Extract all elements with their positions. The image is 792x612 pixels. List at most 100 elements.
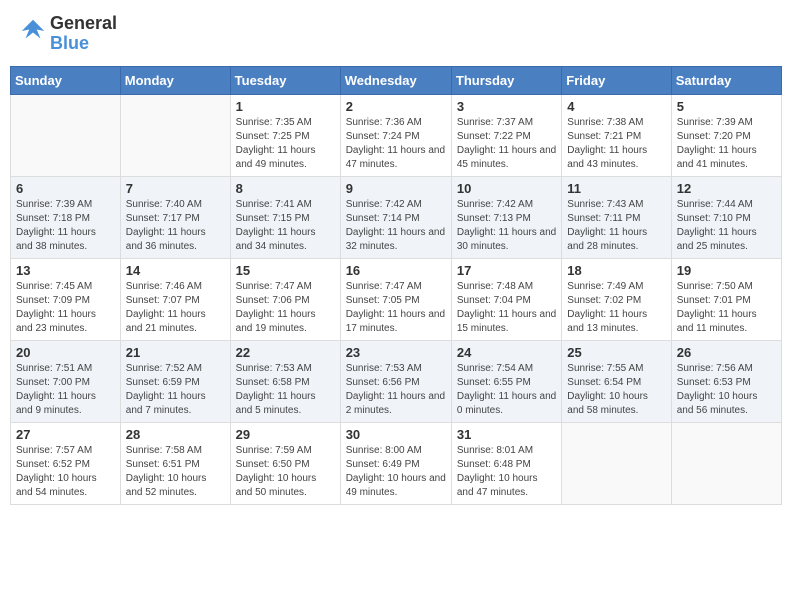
calendar-cell: 6 Sunrise: 7:39 AM Sunset: 7:18 PM Daylig… [11, 176, 121, 258]
calendar-cell: 15 Sunrise: 7:47 AM Sunset: 7:06 PM Dayli… [230, 258, 340, 340]
day-number: 17 [457, 263, 556, 278]
day-info: Sunrise: 7:44 AM Sunset: 7:10 PM Dayligh… [677, 198, 776, 254]
calendar-header-sunday: Sunday [11, 66, 121, 94]
logo: General Blue [18, 14, 117, 54]
day-number: 13 [16, 263, 115, 278]
calendar-cell: 18 Sunrise: 7:49 AM Sunset: 7:02 PM Dayli… [562, 258, 671, 340]
day-info: Sunrise: 7:48 AM Sunset: 7:04 PM Dayligh… [457, 280, 556, 336]
day-number: 19 [677, 263, 776, 278]
calendar-cell: 1 Sunrise: 7:35 AM Sunset: 7:25 PM Daylig… [230, 94, 340, 176]
day-number: 16 [346, 263, 446, 278]
day-info: Sunrise: 7:50 AM Sunset: 7:01 PM Dayligh… [677, 280, 776, 336]
day-info: Sunrise: 7:39 AM Sunset: 7:18 PM Dayligh… [16, 198, 115, 254]
day-number: 3 [457, 99, 556, 114]
day-number: 8 [236, 181, 335, 196]
day-info: Sunrise: 7:51 AM Sunset: 7:00 PM Dayligh… [16, 362, 115, 418]
logo-text: General Blue [50, 14, 117, 54]
day-info: Sunrise: 7:53 AM Sunset: 6:58 PM Dayligh… [236, 362, 335, 418]
calendar-cell: 2Sunrise: 7:36 AM Sunset: 7:24 PM Daylig… [340, 94, 451, 176]
day-number: 10 [457, 181, 556, 196]
calendar-cell: 8 Sunrise: 7:41 AM Sunset: 7:15 PM Daylig… [230, 176, 340, 258]
calendar-cell: 16 Sunrise: 7:47 AM Sunset: 7:05 PM Dayli… [340, 258, 451, 340]
day-info: Sunrise: 7:35 AM Sunset: 7:25 PM Dayligh… [236, 116, 335, 172]
calendar-cell: 9 Sunrise: 7:42 AM Sunset: 7:14 PM Daylig… [340, 176, 451, 258]
calendar-cell: 17 Sunrise: 7:48 AM Sunset: 7:04 PM Dayli… [451, 258, 561, 340]
calendar-header-saturday: Saturday [671, 66, 781, 94]
day-info: Sunrise: 7:53 AM Sunset: 6:56 PM Dayligh… [346, 362, 446, 418]
calendar-header-tuesday: Tuesday [230, 66, 340, 94]
day-number: 28 [126, 427, 225, 442]
calendar-cell: 4 Sunrise: 7:38 AM Sunset: 7:21 PM Daylig… [562, 94, 671, 176]
calendar-header-wednesday: Wednesday [340, 66, 451, 94]
day-number: 31 [457, 427, 556, 442]
calendar-header-monday: Monday [120, 66, 230, 94]
calendar-cell: 30Sunrise: 8:00 AM Sunset: 6:49 PM Dayli… [340, 422, 451, 504]
day-info: Sunrise: 7:47 AM Sunset: 7:05 PM Dayligh… [346, 280, 446, 336]
day-number: 20 [16, 345, 115, 360]
day-number: 29 [236, 427, 335, 442]
day-number: 24 [457, 345, 556, 360]
day-number: 23 [346, 345, 446, 360]
calendar-cell: 20 Sunrise: 7:51 AM Sunset: 7:00 PM Dayli… [11, 340, 121, 422]
calendar-week-row: 6 Sunrise: 7:39 AM Sunset: 7:18 PM Daylig… [11, 176, 782, 258]
calendar-cell: 11Sunrise: 7:43 AM Sunset: 7:11 PM Dayli… [562, 176, 671, 258]
calendar-cell: 14Sunrise: 7:46 AM Sunset: 7:07 PM Dayli… [120, 258, 230, 340]
day-number: 5 [677, 99, 776, 114]
day-number: 4 [567, 99, 665, 114]
calendar-cell: 12 Sunrise: 7:44 AM Sunset: 7:10 PM Dayli… [671, 176, 781, 258]
day-number: 15 [236, 263, 335, 278]
day-info: Sunrise: 7:55 AM Sunset: 6:54 PM Dayligh… [567, 362, 665, 418]
day-number: 18 [567, 263, 665, 278]
calendar-cell [11, 94, 121, 176]
calendar-cell: 10 Sunrise: 7:42 AM Sunset: 7:13 PM Dayli… [451, 176, 561, 258]
day-info: Sunrise: 7:54 AM Sunset: 6:55 PM Dayligh… [457, 362, 556, 418]
day-info: Sunrise: 7:38 AM Sunset: 7:21 PM Dayligh… [567, 116, 665, 172]
day-number: 26 [677, 345, 776, 360]
day-info: Sunrise: 7:49 AM Sunset: 7:02 PM Dayligh… [567, 280, 665, 336]
day-number: 30 [346, 427, 446, 442]
day-info: Sunrise: 7:57 AM Sunset: 6:52 PM Dayligh… [16, 444, 115, 500]
day-number: 12 [677, 181, 776, 196]
day-info: Sunrise: 7:45 AM Sunset: 7:09 PM Dayligh… [16, 280, 115, 336]
day-info: Sunrise: 7:42 AM Sunset: 7:14 PM Dayligh… [346, 198, 446, 254]
day-number: 11 [567, 181, 665, 196]
calendar-cell: 13 Sunrise: 7:45 AM Sunset: 7:09 PM Dayli… [11, 258, 121, 340]
calendar-week-row: 27Sunrise: 7:57 AM Sunset: 6:52 PM Dayli… [11, 422, 782, 504]
calendar-cell: 28Sunrise: 7:58 AM Sunset: 6:51 PM Dayli… [120, 422, 230, 504]
day-number: 25 [567, 345, 665, 360]
day-info: Sunrise: 7:41 AM Sunset: 7:15 PM Dayligh… [236, 198, 335, 254]
calendar-cell [562, 422, 671, 504]
page-header: General Blue [10, 10, 782, 58]
calendar-cell: 24 Sunrise: 7:54 AM Sunset: 6:55 PM Dayli… [451, 340, 561, 422]
day-info: Sunrise: 7:42 AM Sunset: 7:13 PM Dayligh… [457, 198, 556, 254]
calendar-week-row: 1 Sunrise: 7:35 AM Sunset: 7:25 PM Daylig… [11, 94, 782, 176]
calendar-table: SundayMondayTuesdayWednesdayThursdayFrid… [10, 66, 782, 505]
day-info: Sunrise: 8:01 AM Sunset: 6:48 PM Dayligh… [457, 444, 556, 500]
calendar-cell [671, 422, 781, 504]
calendar-cell: 29 Sunrise: 7:59 AM Sunset: 6:50 PM Dayli… [230, 422, 340, 504]
calendar-cell: 27Sunrise: 7:57 AM Sunset: 6:52 PM Dayli… [11, 422, 121, 504]
calendar-cell: 19 Sunrise: 7:50 AM Sunset: 7:01 PM Dayli… [671, 258, 781, 340]
day-info: Sunrise: 7:52 AM Sunset: 6:59 PM Dayligh… [126, 362, 225, 418]
day-number: 9 [346, 181, 446, 196]
calendar-cell: 7 Sunrise: 7:40 AM Sunset: 7:17 PM Daylig… [120, 176, 230, 258]
calendar-cell: 25 Sunrise: 7:55 AM Sunset: 6:54 PM Dayli… [562, 340, 671, 422]
day-info: Sunrise: 7:59 AM Sunset: 6:50 PM Dayligh… [236, 444, 335, 500]
day-info: Sunrise: 7:47 AM Sunset: 7:06 PM Dayligh… [236, 280, 335, 336]
calendar-cell: 26Sunrise: 7:56 AM Sunset: 6:53 PM Dayli… [671, 340, 781, 422]
calendar-cell: 23 Sunrise: 7:53 AM Sunset: 6:56 PM Dayli… [340, 340, 451, 422]
day-number: 2 [346, 99, 446, 114]
day-number: 6 [16, 181, 115, 196]
calendar-week-row: 20 Sunrise: 7:51 AM Sunset: 7:00 PM Dayli… [11, 340, 782, 422]
day-number: 7 [126, 181, 225, 196]
calendar-cell: 22Sunrise: 7:53 AM Sunset: 6:58 PM Dayli… [230, 340, 340, 422]
calendar-cell: 21 Sunrise: 7:52 AM Sunset: 6:59 PM Dayli… [120, 340, 230, 422]
day-info: Sunrise: 7:40 AM Sunset: 7:17 PM Dayligh… [126, 198, 225, 254]
day-info: Sunrise: 7:46 AM Sunset: 7:07 PM Dayligh… [126, 280, 225, 336]
day-number: 21 [126, 345, 225, 360]
calendar-week-row: 13 Sunrise: 7:45 AM Sunset: 7:09 PM Dayli… [11, 258, 782, 340]
calendar-header-friday: Friday [562, 66, 671, 94]
day-number: 1 [236, 99, 335, 114]
calendar-cell: 3Sunrise: 7:37 AM Sunset: 7:22 PM Daylig… [451, 94, 561, 176]
calendar-cell [120, 94, 230, 176]
